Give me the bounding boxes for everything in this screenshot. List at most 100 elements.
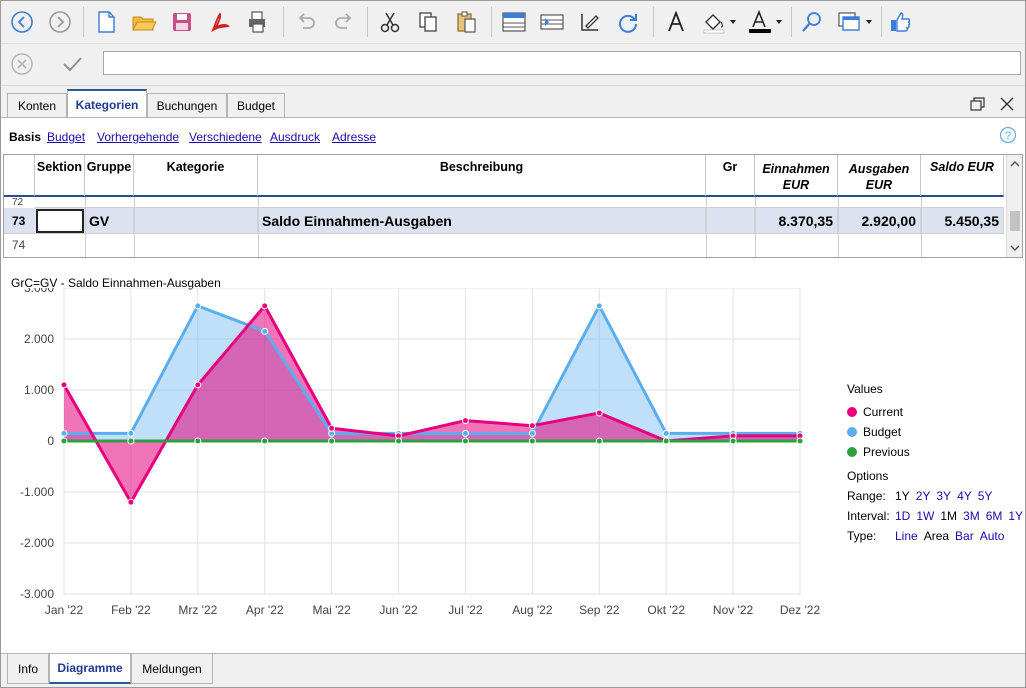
window-icon[interactable] [835, 7, 877, 37]
cell-kategorie[interactable] [134, 208, 258, 233]
close-icon[interactable] [999, 96, 1015, 115]
table-scrollbar[interactable] [1006, 155, 1022, 257]
pdf-icon[interactable] [205, 7, 235, 37]
col-gr[interactable]: Gr [706, 155, 755, 197]
legend-dot [847, 407, 857, 417]
save-icon[interactable] [167, 7, 197, 37]
selected-cell[interactable] [36, 209, 84, 233]
new-file-icon[interactable] [91, 7, 121, 37]
back-icon[interactable] [7, 7, 37, 37]
x-tick-label: Sep '22 [579, 603, 620, 617]
view-ausdruck[interactable]: Ausdruck [270, 130, 320, 144]
text-color-icon[interactable] [745, 7, 787, 37]
legend-label: Current [863, 405, 904, 419]
range-option[interactable]: 1Y [895, 489, 910, 503]
view-verschiedene[interactable]: Verschiedene [189, 130, 262, 144]
scroll-thumb[interactable] [1010, 211, 1020, 231]
confirm-icon[interactable] [57, 49, 87, 79]
legend-dot [847, 447, 857, 457]
tab-buchungen[interactable]: Buchungen [147, 93, 227, 118]
type-label: Type: [847, 529, 877, 543]
legend-item-budget[interactable]: Budget [847, 422, 1026, 442]
y-tick-label: -1.000 [20, 485, 54, 499]
range-option[interactable]: 3Y [936, 489, 951, 503]
cell-gr[interactable] [706, 208, 755, 233]
x-tick-label: Dez '22 [780, 603, 821, 617]
x-tick-label: Jan '22 [45, 603, 84, 617]
insert-row-icon[interactable] [499, 7, 529, 37]
type-option[interactable]: Auto [980, 529, 1005, 543]
cell-edit-input[interactable] [103, 51, 1021, 75]
edit-icon[interactable] [575, 7, 605, 37]
interval-option[interactable]: 1D [895, 509, 910, 523]
search-icon[interactable] [797, 7, 827, 37]
thumbs-up-icon[interactable] [885, 7, 915, 37]
tab-diagramme[interactable]: Diagramme [49, 654, 131, 684]
col-gruppe[interactable]: Gruppe [85, 155, 134, 197]
help-icon[interactable]: ? [999, 126, 1017, 147]
range-options: Range: 1Y 2Y 3Y 4Y 5Y [847, 486, 1026, 506]
print-icon[interactable] [243, 7, 273, 37]
col-saldo[interactable]: Saldo EUR [921, 155, 1004, 197]
col-einnahmen[interactable]: Einnahmen EUR [755, 155, 838, 197]
fill-color-icon[interactable] [699, 7, 741, 37]
interval-option[interactable]: 3M [963, 509, 980, 523]
cell-einnahmen[interactable]: 8.370,35 [755, 208, 838, 233]
col-sektion[interactable]: Sektion [35, 155, 85, 197]
interval-option[interactable]: 6M [986, 509, 1003, 523]
interval-option[interactable]: 1Y [1008, 509, 1023, 523]
view-basis[interactable]: Basis [9, 130, 41, 144]
undo-icon[interactable] [291, 7, 321, 37]
col-beschreibung[interactable]: Beschreibung [258, 155, 706, 197]
legend-item-previous[interactable]: Previous [847, 442, 1026, 462]
tab-budget[interactable]: Budget [227, 93, 285, 118]
legend-item-current[interactable]: Current [847, 402, 1026, 422]
font-icon[interactable] [661, 7, 691, 37]
add-rows-icon[interactable] [537, 7, 567, 37]
col-ausgaben[interactable]: Ausgaben EUR [838, 155, 921, 197]
range-option[interactable]: 2Y [916, 489, 931, 503]
area-budget [64, 305, 800, 441]
data-point-previous [595, 437, 603, 445]
paste-icon[interactable] [451, 7, 481, 37]
interval-option[interactable]: 1M [940, 509, 957, 523]
copy-icon[interactable] [413, 7, 443, 37]
data-point-previous [194, 437, 202, 445]
restore-icon[interactable] [969, 96, 987, 115]
x-tick-label: Apr '22 [246, 603, 284, 617]
forward-icon[interactable] [45, 7, 75, 37]
view-adresse[interactable]: Adresse [332, 130, 376, 144]
cell-saldo[interactable]: 5.450,35 [921, 208, 1004, 233]
type-option[interactable]: Line [895, 529, 918, 543]
col-ausgaben-line2: EUR [865, 178, 893, 192]
data-point-previous [729, 437, 737, 445]
col-ausgaben-line1: Ausgaben [848, 162, 910, 176]
tab-kategorien[interactable]: Kategorien [67, 89, 147, 119]
data-point-previous [60, 437, 68, 445]
cell-ausgaben[interactable]: 2.920,00 [838, 208, 921, 233]
refresh-icon[interactable] [613, 7, 643, 37]
type-option[interactable]: Bar [955, 529, 974, 543]
tab-info[interactable]: Info [7, 654, 49, 684]
scroll-up-icon[interactable] [1007, 157, 1023, 171]
type-option[interactable]: Area [924, 529, 949, 543]
cell-gruppe[interactable]: GV [85, 208, 134, 233]
tab-meldungen[interactable]: Meldungen [131, 654, 213, 684]
scroll-down-icon[interactable] [1007, 241, 1023, 255]
row-number: 72 [12, 197, 24, 207]
range-option[interactable]: 5Y [978, 489, 993, 503]
interval-option[interactable]: 1W [916, 509, 934, 523]
range-option[interactable]: 4Y [957, 489, 972, 503]
open-folder-icon[interactable] [129, 7, 159, 37]
cell-beschreibung[interactable]: Saldo Einnahmen-Ausgaben [258, 208, 706, 233]
view-budget[interactable]: Budget [47, 130, 85, 144]
x-tick-label: Jul '22 [448, 603, 483, 617]
data-point-budget [461, 429, 469, 437]
col-kategorie[interactable]: Kategorie [134, 155, 258, 197]
cancel-icon[interactable] [7, 49, 37, 79]
redo-icon[interactable] [329, 7, 359, 37]
main-panel: Basis Budget Vorhergehende Verschiedene … [1, 117, 1025, 653]
view-vorhergehende[interactable]: Vorhergehende [97, 130, 179, 144]
cut-icon[interactable] [375, 7, 405, 37]
tab-konten[interactable]: Konten [7, 93, 67, 118]
